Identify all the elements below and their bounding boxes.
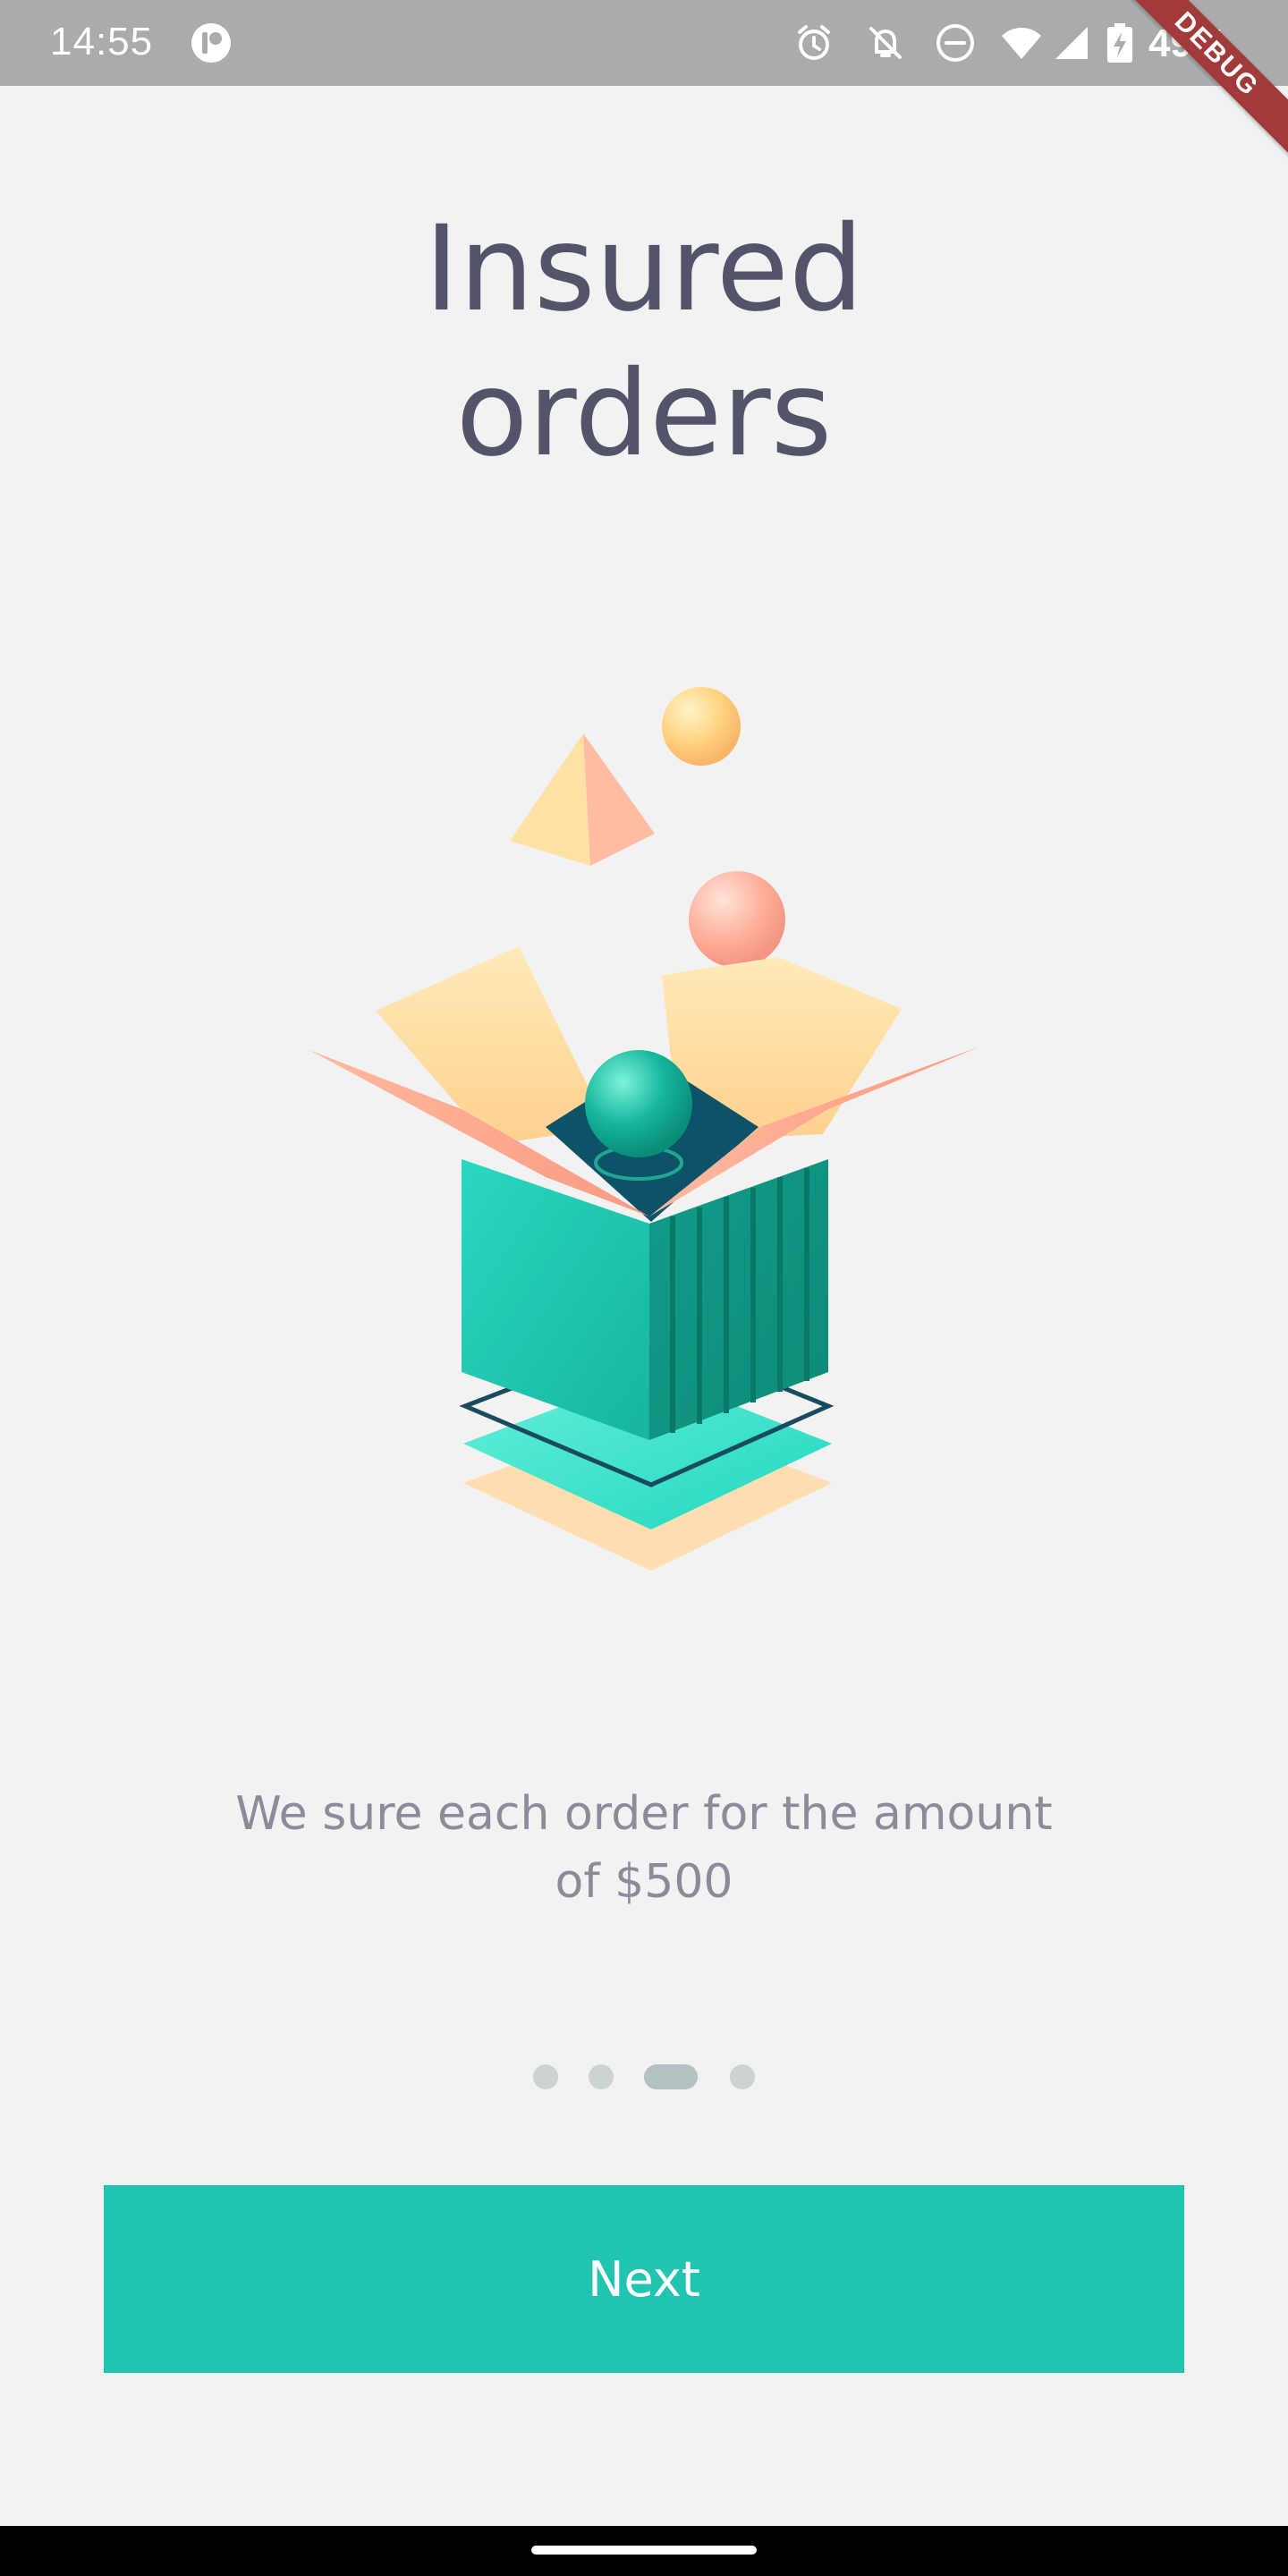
navigation-bar xyxy=(0,2526,1288,2576)
wifi-icon xyxy=(1002,28,1041,59)
do-not-disturb-icon xyxy=(936,24,974,62)
title-line-1: Insured xyxy=(424,200,864,338)
app-icon xyxy=(191,23,231,63)
status-time: 14:55 xyxy=(50,20,154,64)
battery-charging-icon xyxy=(1107,23,1132,63)
home-gesture-handle[interactable] xyxy=(531,2546,757,2555)
next-button[interactable]: Next xyxy=(104,2185,1184,2373)
page-dot-3-active xyxy=(644,2064,698,2089)
signal-icon xyxy=(1055,27,1088,59)
open-box-illustration xyxy=(309,687,980,1571)
description-text: We sure each order for the amount of $50… xyxy=(0,1780,1288,1916)
status-bar: 14:55 49% xyxy=(0,0,1288,86)
description-line-1: We sure each order for the amount xyxy=(235,1787,1053,1841)
alarm-icon xyxy=(798,25,830,60)
page-dot-1 xyxy=(533,2064,558,2089)
page-title: Insured orders xyxy=(0,197,1288,487)
title-line-2: orders xyxy=(455,345,833,483)
notifications-off-icon xyxy=(869,27,902,59)
description-line-2: of $500 xyxy=(555,1855,733,1909)
page-dot-4 xyxy=(730,2064,755,2089)
page-dot-2 xyxy=(589,2064,614,2089)
page-indicator xyxy=(0,2063,1288,2089)
